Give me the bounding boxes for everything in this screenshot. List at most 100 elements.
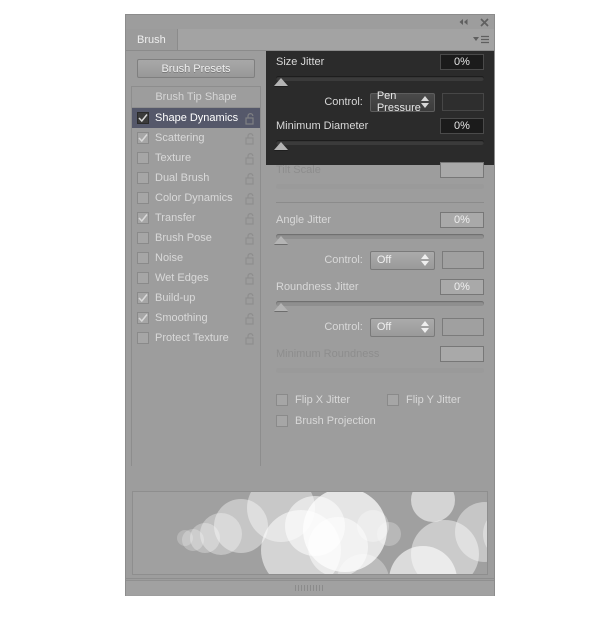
minimum-roundness-row: Minimum Roundness xyxy=(276,343,484,365)
minimum-diameter-value[interactable]: 0% xyxy=(440,118,484,134)
drag-handle-icon xyxy=(295,585,325,591)
flip-x-jitter-label: Flip X Jitter xyxy=(295,393,351,406)
flip-x-jitter-checkbox[interactable] xyxy=(276,393,288,406)
brush-setting-row-protect-texture[interactable]: Protect Texture xyxy=(132,328,260,348)
brush-setting-row-brush-pose[interactable]: Brush Pose xyxy=(132,228,260,248)
minimum-diameter-slider[interactable] xyxy=(274,137,484,151)
brush-setting-checkbox[interactable] xyxy=(137,272,149,284)
tab-strip: Brush xyxy=(126,29,494,51)
brush-setting-checkbox[interactable] xyxy=(137,332,149,344)
roundness-control-row: Control: Off xyxy=(276,314,484,340)
minimum-diameter-track xyxy=(276,140,484,145)
unlock-icon xyxy=(245,192,254,205)
close-icon[interactable] xyxy=(478,16,490,28)
brush-setting-row-noise[interactable]: Noise xyxy=(132,248,260,268)
angle-control-row: Control: Off xyxy=(276,247,484,273)
brush-setting-label: Protect Texture xyxy=(155,332,229,344)
brush-setting-label: Brush Pose xyxy=(155,232,212,244)
brush-setting-row-color-dynamics[interactable]: Color Dynamics xyxy=(132,188,260,208)
unlock-icon xyxy=(245,172,254,185)
roundness-control-extra-box[interactable] xyxy=(442,318,484,336)
angle-jitter-label: Angle Jitter xyxy=(276,214,332,226)
angle-jitter-track xyxy=(276,234,484,239)
brush-settings-rows: Shape Dynamics Scattering Texture Dual Brus… xyxy=(132,108,260,348)
brush-projection-checkbox[interactable] xyxy=(276,414,288,427)
size-control-extra-box[interactable] xyxy=(442,93,484,111)
brush-stroke-preview xyxy=(132,491,488,575)
size-jitter-row: Size Jitter 0% xyxy=(276,51,484,73)
brush-presets-button[interactable]: Brush Presets xyxy=(137,59,255,78)
flip-y-jitter-checkbox[interactable] xyxy=(387,393,399,406)
brush-tip-shape-header[interactable]: Brush Tip Shape xyxy=(132,87,260,108)
brush-projection-label: Brush Projection xyxy=(295,414,376,427)
size-jitter-value[interactable]: 0% xyxy=(440,54,484,70)
size-control-select[interactable]: Pen Pressure xyxy=(369,90,436,114)
brush-setting-label: Shape Dynamics xyxy=(155,112,239,124)
size-jitter-thumb[interactable] xyxy=(274,78,288,86)
angle-jitter-slider[interactable] xyxy=(274,231,484,245)
brush-setting-checkbox[interactable] xyxy=(137,172,149,184)
roundness-control-label: Control: xyxy=(324,321,363,333)
brush-tip-shape-label: Brush Tip Shape xyxy=(155,91,237,103)
tilt-scale-track xyxy=(276,184,484,189)
angle-control-select[interactable]: Off xyxy=(369,250,436,270)
brush-setting-checkbox[interactable] xyxy=(137,152,149,164)
angle-control-label: Control: xyxy=(324,254,363,266)
roundness-jitter-slider[interactable] xyxy=(274,298,484,312)
roundness-jitter-track xyxy=(276,301,484,306)
flip-x-jitter-row[interactable]: Flip X Jitter xyxy=(276,389,387,410)
angle-jitter-value[interactable]: 0% xyxy=(440,212,484,228)
brush-setting-row-texture[interactable]: Texture xyxy=(132,148,260,168)
panel-menu-icon[interactable] xyxy=(468,29,494,50)
tab-brush[interactable]: Brush xyxy=(126,29,178,50)
brush-setting-label: Texture xyxy=(155,152,192,164)
brush-setting-row-smoothing[interactable]: Smoothing xyxy=(132,308,260,328)
roundness-jitter-thumb[interactable] xyxy=(274,303,288,311)
collapse-icon[interactable] xyxy=(457,16,469,28)
unlock-icon xyxy=(245,132,254,145)
angle-control-extra-box[interactable] xyxy=(442,251,484,269)
tilt-scale-slider xyxy=(276,181,484,195)
minimum-diameter-thumb[interactable] xyxy=(274,142,288,150)
angle-jitter-thumb[interactable] xyxy=(274,236,288,244)
roundness-control-select[interactable]: Off xyxy=(369,317,436,337)
brush-setting-checkbox[interactable] xyxy=(137,132,149,144)
brush-setting-checkbox[interactable] xyxy=(137,252,149,264)
brush-preview-dot xyxy=(411,492,455,522)
flip-y-jitter-row[interactable]: Flip Y Jitter xyxy=(387,389,461,410)
brush-projection-row[interactable]: Brush Projection xyxy=(276,410,484,431)
panel-body: Brush Presets Brush Tip Shape Shape Dyna… xyxy=(126,51,494,491)
brush-setting-checkbox[interactable] xyxy=(137,112,149,124)
unlock-icon xyxy=(245,212,254,225)
brush-setting-row-shape-dynamics[interactable]: Shape Dynamics xyxy=(132,108,260,128)
brush-setting-checkbox[interactable] xyxy=(137,192,149,204)
brush-setting-label: Smoothing xyxy=(155,312,208,324)
brush-setting-row-wet-edges[interactable]: Wet Edges xyxy=(132,268,260,288)
panel-titlebar xyxy=(126,15,494,29)
divider-1 xyxy=(276,202,484,203)
brush-setting-checkbox[interactable] xyxy=(137,212,149,224)
brush-setting-row-dual-brush[interactable]: Dual Brush xyxy=(132,168,260,188)
brush-setting-row-scattering[interactable]: Scattering xyxy=(132,128,260,148)
tilt-scale-value xyxy=(440,162,484,178)
brush-setting-checkbox[interactable] xyxy=(137,292,149,304)
brush-setting-row-transfer[interactable]: Transfer xyxy=(132,208,260,228)
roundness-jitter-value[interactable]: 0% xyxy=(440,279,484,295)
chevron-updown-icon xyxy=(421,96,430,108)
brush-setting-row-build-up[interactable]: Build-up xyxy=(132,288,260,308)
tab-brush-label: Brush xyxy=(137,33,166,46)
brush-setting-label: Dual Brush xyxy=(155,172,210,184)
brush-setting-label: Wet Edges xyxy=(155,272,209,284)
size-control-label: Control: xyxy=(324,96,363,108)
unlock-icon xyxy=(245,232,254,245)
roundness-jitter-row: Roundness Jitter 0% xyxy=(276,276,484,298)
brush-preview-dot xyxy=(177,530,193,546)
angle-control-value: Off xyxy=(376,254,392,266)
brush-setting-checkbox[interactable] xyxy=(137,312,149,324)
size-jitter-slider[interactable] xyxy=(274,73,484,87)
brush-setting-label: Color Dynamics xyxy=(155,192,233,204)
brush-setting-checkbox[interactable] xyxy=(137,232,149,244)
panel-footer-drag-bar[interactable] xyxy=(126,580,494,595)
angle-jitter-row: Angle Jitter 0% xyxy=(276,209,484,231)
brush-preview-dot xyxy=(377,522,401,546)
